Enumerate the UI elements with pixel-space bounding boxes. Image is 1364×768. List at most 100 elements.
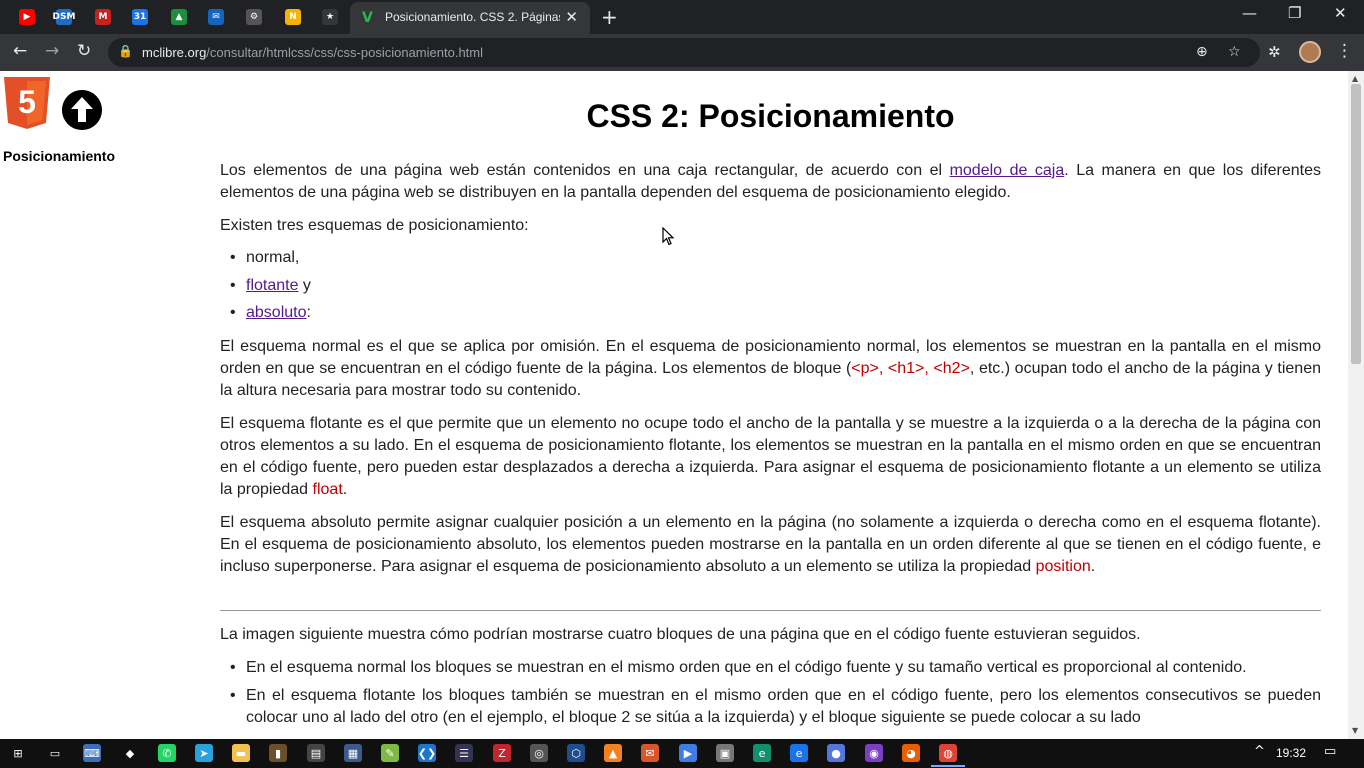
flotante-link[interactable]: flotante: [246, 277, 298, 294]
dsm-icon: DSM: [53, 9, 75, 25]
page-title: CSS 2: Posicionamiento: [586, 98, 955, 134]
taskbar-vscode-icon[interactable]: ❮❯: [418, 744, 436, 762]
taskbar-windows-icon[interactable]: ⊞: [9, 744, 27, 762]
pinned-tab-settings[interactable]: ⚙: [241, 5, 267, 29]
taskbar-app-d-icon[interactable]: ▦: [344, 744, 362, 762]
zoom-icon[interactable]: ⊕: [1196, 44, 1208, 60]
list-item: flotante y: [220, 275, 1321, 303]
taskbar-app-g-icon[interactable]: ✉: [641, 744, 659, 762]
minimize-button[interactable]: —: [1242, 4, 1257, 22]
taskbar-task-view-icon[interactable]: ▭: [46, 744, 64, 762]
tray-expand-icon[interactable]: ^: [1254, 744, 1265, 759]
reload-button[interactable]: ↻: [77, 41, 91, 61]
url-text[interactable]: mclibre.org/consultar/htmlcss/css/css-po…: [142, 45, 483, 60]
profile-avatar[interactable]: [1299, 41, 1321, 63]
scroll-down-icon[interactable]: ▼: [1352, 726, 1358, 735]
scrollbar-thumb[interactable]: [1351, 84, 1361, 364]
list-item: En el esquema flotante los bloques tambi…: [220, 685, 1321, 729]
bookmark-star-icon[interactable]: ☆: [1228, 44, 1241, 60]
notes-icon: N: [285, 9, 301, 25]
taskbar-clock[interactable]: 19:32: [1276, 746, 1306, 760]
pinned-tab-gmail[interactable]: M: [90, 5, 116, 29]
taskbar-app-k-icon[interactable]: ◉: [865, 744, 883, 762]
taskbar-app-j-icon[interactable]: ●: [827, 744, 845, 762]
list-item: normal,: [220, 247, 1321, 275]
pinned-tab-drive[interactable]: ▲: [166, 5, 192, 29]
taskbar-telegram-icon[interactable]: ➤: [195, 744, 213, 762]
taskbar-ie-icon[interactable]: e: [790, 744, 808, 762]
html5-logo-icon[interactable]: 5: [4, 77, 50, 129]
lock-icon[interactable]: 🔒: [118, 44, 133, 58]
taskbar-keyboard-icon[interactable]: ⌨: [83, 744, 101, 762]
pinned-tab-mail[interactable]: ✉: [203, 5, 229, 29]
pinned-tab-calendar[interactable]: 31: [127, 5, 153, 29]
mouse-cursor-icon: [662, 227, 675, 246]
html5-logo-text: 5: [18, 84, 36, 120]
extensions-icon[interactable]: ✲: [1268, 43, 1281, 61]
image-intro-paragraph: La imagen siguiente muestra cómo podrían…: [220, 626, 1141, 643]
url-path: /consultar/htmlcss/css/css-posicionamien…: [206, 45, 483, 60]
notifications-icon[interactable]: ▭: [1324, 744, 1336, 759]
scroll-up-icon[interactable]: ▲: [1352, 74, 1358, 83]
restore-button[interactable]: ❐: [1288, 4, 1301, 22]
box-model-link[interactable]: modelo de caja: [950, 162, 1065, 179]
intro-text-a: Los elementos de una página web están co…: [220, 162, 950, 179]
absolute-text-a: El esquema absoluto permite asignar cual…: [220, 514, 1321, 575]
tab-title: Posicionamiento. CSS 2. Páginas: [385, 10, 560, 24]
schemes-list: normal, flotante y absoluto:: [220, 247, 1321, 330]
taskbar-virtualbox-icon[interactable]: ⬡: [567, 744, 585, 762]
float-paragraph: El esquema flotante es el que permite qu…: [220, 413, 1321, 501]
taskbar-whatsapp-icon[interactable]: ✆: [158, 744, 176, 762]
taskbar-chrome-icon[interactable]: ◍: [931, 744, 965, 767]
window-close-button[interactable]: ✕: [1334, 4, 1347, 22]
list-item-normal: normal,: [246, 249, 300, 266]
address-bar[interactable]: 🔒 mclibre.org/consultar/htmlcss/css/css-…: [108, 38, 1260, 67]
taskbar-app-i-icon[interactable]: ▣: [716, 744, 734, 762]
pinned-tab-bookmark[interactable]: ★: [317, 5, 343, 29]
forward-button[interactable]: →: [45, 41, 59, 61]
browser-toolbar: ← → ↻ 🔒 mclibre.org/consultar/htmlcss/cs…: [0, 34, 1364, 71]
code-float: float: [312, 481, 343, 498]
page-scrollbar[interactable]: ▲ ▼: [1348, 71, 1364, 739]
tab-close-icon[interactable]: ✕: [565, 8, 578, 26]
taskbar-firefox-icon[interactable]: ◕: [902, 744, 920, 762]
up-arrow-icon[interactable]: [62, 90, 102, 130]
calendar-icon: 31: [132, 9, 148, 25]
taskbar-notepad-icon[interactable]: ✎: [381, 744, 399, 762]
settings-icon: ⚙: [246, 9, 262, 25]
sidebar-label: Posicionamiento: [3, 148, 116, 164]
absolute-text-b: .: [1090, 558, 1096, 575]
menu-icon[interactable]: ⋮: [1336, 41, 1353, 61]
gmail-icon: M: [95, 9, 111, 25]
float-text-b: .: [342, 481, 348, 498]
back-button[interactable]: ←: [13, 41, 27, 61]
taskbar-app-a-icon[interactable]: ◆: [121, 744, 139, 762]
taskbar-app-b-icon[interactable]: ▮: [269, 744, 287, 762]
list-item-text: :: [306, 304, 311, 321]
tab-strip: ▶ DSM M 31 ▲ ✉ ⚙ N ★ V Posicionamiento. CSS 2. P…: [0, 0, 1364, 34]
code-tags: <p>, <h1>, <h2>: [851, 360, 970, 377]
new-tab-button[interactable]: +: [601, 5, 618, 29]
list-item: En el esquema normal los bloques se mues…: [220, 657, 1321, 679]
taskbar-vlc-icon[interactable]: ▲: [604, 744, 622, 762]
schemes-paragraph: Existen tres esquemas de posicionamiento…: [220, 217, 529, 234]
drive-icon: ▲: [171, 9, 187, 25]
taskbar-app-h-icon[interactable]: ▶: [679, 744, 697, 762]
pinned-tab-notes[interactable]: N: [280, 5, 306, 29]
taskbar-app-f-icon[interactable]: ◎: [530, 744, 548, 762]
taskbar-app-e-icon[interactable]: ☰: [455, 744, 473, 762]
taskbar-explorer-icon[interactable]: ▬: [232, 744, 250, 762]
mail-icon: ✉: [208, 9, 224, 25]
absoluto-link[interactable]: absoluto: [246, 304, 307, 321]
windows-taskbar: ⊞ ▭ ⌨ ◆ ✆ ➤ ▬ ▮ ▤ ▦ ✎ ❮❯ ☰ Z ◎ ⬡ ▲ ✉ ▶ ▣ e e ● ◉ ◕ ◍ ^ 19:32 ▭: [0, 739, 1364, 768]
taskbar-filezilla-icon[interactable]: Z: [493, 744, 511, 762]
list-item-text: y: [298, 276, 311, 294]
pinned-tab-youtube[interactable]: ▶: [14, 5, 40, 29]
page-viewport: 5 Posicionamiento CSS 2: Posicionamiento…: [0, 71, 1348, 739]
pinned-tab-dsm[interactable]: DSM: [51, 5, 77, 29]
taskbar-app-c-icon[interactable]: ▤: [307, 744, 325, 762]
active-tab[interactable]: V Posicionamiento. CSS 2. Páginas ✕: [350, 2, 590, 34]
tab-favicon-icon: V: [362, 10, 373, 26]
absolute-paragraph: El esquema absoluto permite asignar cual…: [220, 512, 1321, 578]
taskbar-edge-icon[interactable]: e: [753, 744, 771, 762]
